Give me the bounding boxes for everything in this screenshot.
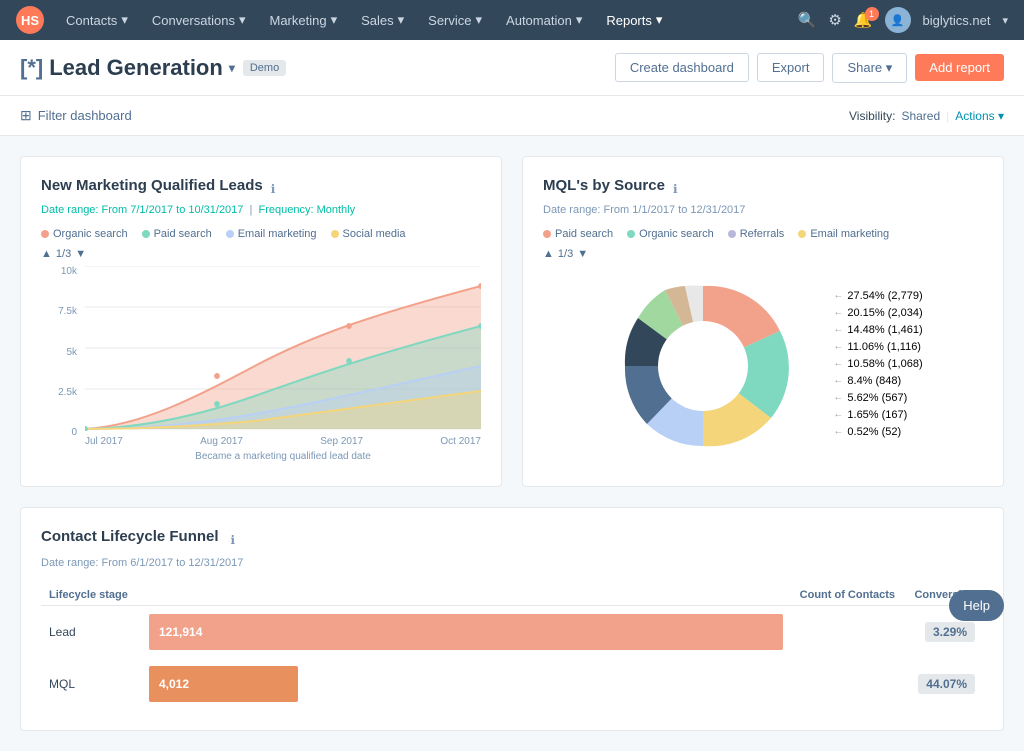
export-button[interactable]: Export <box>757 53 825 82</box>
funnel-table: Lifecycle stage Count of Contacts Conver… <box>41 585 983 710</box>
legend-item-social: Social media <box>331 228 406 240</box>
visibility-label: Visibility: <box>849 109 895 123</box>
pie-chart <box>603 266 803 466</box>
source-legend-paid: Paid search <box>543 228 613 240</box>
source-legend-email: Email marketing <box>798 228 889 240</box>
filter-dashboard[interactable]: ⊞ Filter dashboard <box>20 107 132 124</box>
title-dropdown-icon[interactable]: ▾ <box>229 61 235 75</box>
funnel-col-lifecycle: Lifecycle stage <box>41 585 141 606</box>
pie-label-6: ← 5.62% (567) <box>833 392 922 404</box>
filter-bar: ⊞ Filter dashboard Visibility: Shared | … <box>0 96 1024 136</box>
page-title: [*] Lead Generation ▾ <box>20 55 235 81</box>
share-button[interactable]: Share ▾ <box>832 53 907 83</box>
nav-automation[interactable]: Automation ▾ <box>496 0 592 40</box>
mql-source-info-icon[interactable]: ℹ <box>673 182 678 196</box>
mql-chart-subtitle: Date range: From 7/1/2017 to 10/31/2017 … <box>41 204 481 216</box>
mql-source-legend: Paid search Organic search Referrals Ema… <box>543 228 983 240</box>
search-icon[interactable]: 🔍 <box>798 11 817 29</box>
nav-contacts[interactable]: Contacts ▾ <box>56 0 138 40</box>
page-header: [*] Lead Generation ▾ Demo Create dashbo… <box>0 40 1024 96</box>
nav-service[interactable]: Service ▾ <box>418 0 492 40</box>
pie-label-4: ← 10.58% (1,068) <box>833 358 922 370</box>
mql-chart-card: New Marketing Qualified Leads ℹ Date ran… <box>20 156 502 487</box>
funnel-row-label-lead: Lead <box>41 606 141 659</box>
pie-label-0: ← 27.54% (2,779) <box>833 290 922 302</box>
funnel-bar-mql: 4,012 <box>141 658 903 710</box>
filter-right: Visibility: Shared | Actions ▾ <box>849 109 1004 123</box>
visibility-value: Shared <box>901 109 940 123</box>
filter-label: Filter dashboard <box>38 108 132 123</box>
mql-line-chart <box>85 266 481 431</box>
legend-item-organic: Organic search <box>41 228 128 240</box>
funnel-col-count: Count of Contacts <box>141 585 903 606</box>
legend-item-paid: Paid search <box>142 228 212 240</box>
header-actions: Create dashboard Export Share ▾ Add repo… <box>615 53 1004 83</box>
mql-legend: Organic search Paid search Email marketi… <box>41 228 481 240</box>
help-button[interactable]: Help <box>949 590 1004 621</box>
mql-chart-title: New Marketing Qualified Leads <box>41 177 263 194</box>
funnel-card: Contact Lifecycle Funnel ℹ Date range: F… <box>20 507 1004 731</box>
navbar: HS Contacts ▾ Conversations ▾ Marketing … <box>0 0 1024 40</box>
pie-labels: ← 27.54% (2,779) ← 20.15% (2,034) ← 14.4… <box>833 290 922 443</box>
pie-label-3: ← 11.06% (1,116) <box>833 341 922 353</box>
nav-marketing[interactable]: Marketing ▾ <box>259 0 347 40</box>
funnel-info-icon[interactable]: ℹ <box>231 533 236 547</box>
mql-info-icon[interactable]: ℹ <box>271 182 276 196</box>
avatar[interactable]: 👤 <box>885 7 911 33</box>
funnel-row-label-mql: MQL <box>41 658 141 710</box>
source-legend-referrals: Referrals <box>728 228 785 240</box>
settings-icon[interactable]: ⚙ <box>828 11 841 29</box>
table-row: MQL 4,012 44.07% <box>41 658 983 710</box>
hubspot-logo: HS <box>16 6 44 34</box>
funnel-header: Contact Lifecycle Funnel ℹ <box>41 528 983 551</box>
nav-icons: 🔍 ⚙ 🔔 1 👤 biglytics.net ▾ <box>798 7 1008 33</box>
pie-label-2: ← 14.48% (1,461) <box>833 324 922 336</box>
demo-badge: Demo <box>243 60 286 76</box>
username[interactable]: biglytics.net <box>923 13 991 28</box>
nav-reports[interactable]: Reports ▾ <box>596 0 672 40</box>
mql-source-card: MQL's by Source ℹ Date range: From 1/1/2… <box>522 156 1004 487</box>
nav-sales[interactable]: Sales ▾ <box>351 0 414 40</box>
pie-label-7: ← 1.65% (167) <box>833 409 922 421</box>
mql-source-subtitle: Date range: From 1/1/2017 to 12/31/2017 <box>543 204 983 216</box>
page-title-area: [*] Lead Generation ▾ Demo <box>20 55 615 81</box>
pie-label-1: ← 20.15% (2,034) <box>833 307 922 319</box>
table-row: Lead 121,914 3.29% <box>41 606 983 659</box>
pie-label-8: ← 0.52% (52) <box>833 426 922 438</box>
funnel-conversion-mql: 44.07% <box>903 658 983 710</box>
create-dashboard-button[interactable]: Create dashboard <box>615 53 749 82</box>
legend-item-email: Email marketing <box>226 228 317 240</box>
filter-icon: ⊞ <box>20 107 32 124</box>
source-legend-organic: Organic search <box>627 228 714 240</box>
funnel-bar-lead: 121,914 <box>141 606 903 659</box>
nav-conversations[interactable]: Conversations ▾ <box>142 0 256 40</box>
svg-text:HS: HS <box>21 13 39 28</box>
actions-button[interactable]: Actions ▾ <box>955 109 1004 123</box>
mql-source-title: MQL's by Source <box>543 177 665 194</box>
funnel-subtitle: Date range: From 6/1/2017 to 12/31/2017 <box>41 557 983 569</box>
x-axis-label: Became a marketing qualified lead date <box>85 451 481 462</box>
notifications-badge: 1 <box>865 7 879 21</box>
charts-row: New Marketing Qualified Leads ℹ Date ran… <box>20 156 1004 487</box>
notifications-icon[interactable]: 🔔 1 <box>854 11 873 29</box>
add-report-button[interactable]: Add report <box>915 54 1004 81</box>
funnel-title: Contact Lifecycle Funnel <box>41 528 219 545</box>
main-content: New Marketing Qualified Leads ℹ Date ran… <box>0 136 1024 751</box>
pie-label-5: ← 8.4% (848) <box>833 375 922 387</box>
